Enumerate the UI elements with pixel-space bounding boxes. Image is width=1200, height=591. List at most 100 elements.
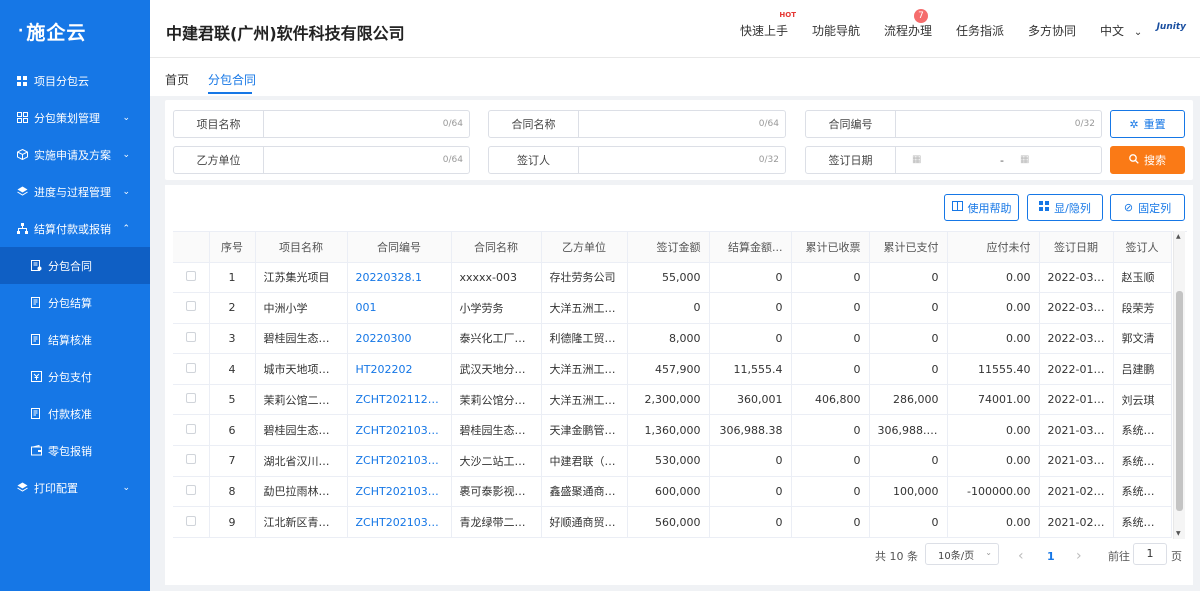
cell-contract-no[interactable]: ZCHT2021030358 [347, 506, 452, 538]
cell-party-b: 中建君联（广... [541, 445, 628, 477]
column-header[interactable]: 项目名称 [255, 232, 348, 263]
scrollbar-thumb[interactable] [1176, 291, 1183, 511]
sidebar-item-sub-settlement[interactable]: 分包结算 [0, 284, 150, 321]
page-size-select[interactable]: 10条/页 ⌄ [925, 543, 999, 565]
cell-contract-no[interactable]: HT202202 [347, 353, 452, 385]
signer-input[interactable]: 0/32 [579, 147, 785, 173]
nav-function[interactable]: 功能导航 [812, 22, 860, 39]
row-checkbox-cell[interactable] [173, 476, 210, 508]
sidebar-item-sub-payment[interactable]: 分包支付 [0, 358, 150, 395]
next-page-button[interactable]: › [1076, 545, 1082, 567]
cell-contract-no[interactable]: ZCHT2021030359 [347, 476, 452, 508]
row-checkbox-cell[interactable] [173, 262, 210, 294]
contract-no-field[interactable]: 合同编号 0/32 [805, 110, 1102, 138]
table-scrollbar[interactable]: ▲ ▼ [1173, 231, 1185, 539]
column-header[interactable]: 合同名称 [451, 232, 542, 263]
sidebar-item-planning[interactable]: 分包策划管理 ⌄ [0, 99, 150, 136]
app-logo[interactable]: · 施企云 [0, 0, 150, 62]
project-name-field[interactable]: 项目名称 0/64 [173, 110, 470, 138]
sidebar-item-settlement-approval[interactable]: 结算核准 [0, 321, 150, 358]
table-row[interactable]: 8 勐巴拉雨林小... ZCHT2021030359 裹可泰影视城... 鑫盛聚通商贸.… [173, 476, 1172, 508]
tab-subcontract[interactable]: 分包合同 [208, 71, 256, 88]
cell-contract-no[interactable]: ZCHT2021030362 [347, 414, 452, 447]
column-header[interactable]: 签订人 [1113, 232, 1172, 263]
reset-button[interactable]: ✲ 重置 [1110, 110, 1185, 138]
show-hide-columns-button[interactable]: 显/隐列 [1027, 194, 1103, 221]
cell-settle-amount: 11,555.4 [709, 353, 792, 385]
contract-name-field[interactable]: 合同名称 0/64 [488, 110, 786, 138]
table-row[interactable]: 3 碧桂园生态城... 20220300 泰兴化工厂施... 利德隆工贸有... 8,00… [173, 323, 1172, 355]
row-checkbox[interactable] [185, 423, 196, 434]
project-name-input[interactable]: 0/64 [264, 111, 469, 137]
page-number-current[interactable]: 1 [1047, 545, 1055, 567]
row-checkbox[interactable] [185, 301, 196, 312]
column-header[interactable]: 签订日期 [1039, 232, 1114, 263]
row-checkbox[interactable] [185, 362, 196, 373]
scroll-up-icon[interactable]: ▲ [1176, 233, 1181, 240]
cell-contract-no[interactable]: ZCHT2021030360 [347, 445, 452, 477]
nav-process[interactable]: 流程办理 7 [884, 9, 932, 39]
table-row[interactable]: 1 江苏集光项目 20220328.1 xxxxx-003 存壮劳务公司 55,000 0 0… [173, 262, 1172, 294]
cell-invoiced: 0 [791, 262, 870, 294]
party-b-field[interactable]: 乙方单位 0/64 [173, 146, 470, 174]
row-checkbox[interactable] [185, 454, 196, 465]
row-checkbox-cell[interactable] [173, 323, 210, 355]
row-checkbox-cell[interactable] [173, 445, 210, 477]
sign-date-field[interactable]: 签订日期 ▦ - ▦ [805, 146, 1102, 174]
column-header[interactable]: 累计已支付 [869, 232, 948, 263]
column-header[interactable]: 乙方单位 [541, 232, 628, 263]
nav-quick-start[interactable]: 快速上手 HOT [740, 11, 796, 39]
column-header[interactable]: 合同编号 [347, 232, 452, 263]
prev-page-button[interactable]: ‹ [1018, 545, 1024, 567]
help-button[interactable]: 使用帮助 [944, 194, 1019, 221]
search-button[interactable]: 搜索 [1110, 146, 1185, 174]
cell-contract-no[interactable]: ZCHT2021122375 [347, 384, 452, 416]
column-header[interactable]: 序号 [209, 232, 256, 263]
table-row[interactable]: 9 江北新区青龙... ZCHT2021030358 青龙绿带二期... 好顺通商贸有.… [173, 506, 1172, 538]
tab-home[interactable]: 首页 [165, 71, 189, 88]
party-b-input[interactable]: 0/64 [264, 147, 469, 173]
row-checkbox[interactable] [185, 515, 196, 526]
table-row[interactable]: 2 中洲小学 001 小学劳务 大洋五洲工程... 0 0 0 0 0.00 2022-03-11 段… [173, 292, 1172, 324]
sidebar-item-settlement[interactable]: 结算付款或报销 ⌃ [0, 210, 150, 247]
contract-name-input[interactable]: 0/64 [579, 111, 785, 137]
sidebar-item-progress[interactable]: 进度与过程管理 ⌄ [0, 173, 150, 210]
date-range-input[interactable]: ▦ - ▦ [896, 147, 1101, 173]
cell-contract-no[interactable]: 20220300 [347, 323, 452, 355]
table-row[interactable]: 6 碧桂园生态城... ZCHT2021030362 碧桂园生态城... 天津金鹏管业.… [173, 414, 1172, 447]
cell-index: 7 [209, 445, 256, 477]
sidebar-item-subcontract[interactable]: 分包合同 [0, 247, 150, 284]
nav-task[interactable]: 任务指派 [956, 22, 1004, 39]
fix-columns-button[interactable]: ⊘ 固定列 [1110, 194, 1185, 221]
sidebar-item-petty-reimbursement[interactable]: 零包报销 [0, 432, 150, 469]
scroll-down-icon[interactable]: ▼ [1176, 530, 1181, 537]
signer-field[interactable]: 签订人 0/32 [488, 146, 786, 174]
row-checkbox-cell[interactable] [173, 292, 210, 324]
contract-no-input[interactable]: 0/32 [896, 111, 1101, 137]
sidebar-item-implementation[interactable]: 实施申请及方案 ⌄ [0, 136, 150, 173]
column-header[interactable]: 签订金额 [627, 232, 710, 263]
column-header[interactable]: 累计已收票 [791, 232, 870, 263]
row-checkbox[interactable] [185, 393, 196, 404]
sidebar-item-project-cloud[interactable]: 项目分包云 [0, 62, 150, 99]
table-row[interactable]: 5 茉莉公馆二期... ZCHT2021122375 茉莉公馆分包... 大洋五洲工程.… [173, 384, 1172, 416]
row-checkbox-cell[interactable] [173, 506, 210, 538]
cell-contract-no[interactable]: 001 [347, 292, 452, 324]
goto-page-input[interactable]: 1 [1133, 543, 1167, 565]
cell-contract-no[interactable]: 20220328.1 [347, 262, 452, 294]
column-header[interactable]: 应付未付 [947, 232, 1040, 263]
row-checkbox[interactable] [185, 331, 196, 342]
sidebar-item-print-config[interactable]: 打印配置 ⌄ [0, 469, 150, 506]
row-checkbox-cell[interactable] [173, 384, 210, 416]
table-row[interactable]: 7 湖北省汉川市... ZCHT2021030360 大沙二站工程... 中建君联（广.… [173, 445, 1172, 477]
row-checkbox-cell[interactable] [173, 414, 210, 447]
table-row[interactable]: 4 城市天地项目... HT202202 武汉天地分包... 大洋五洲工程... 457,… [173, 353, 1172, 385]
row-checkbox[interactable] [185, 484, 196, 495]
column-header[interactable]: 结算金额... [709, 232, 792, 263]
language-select[interactable]: 中文 ⌄ [1100, 22, 1142, 39]
sidebar-item-payment-approval[interactable]: 付款核准 [0, 395, 150, 432]
row-checkbox-cell[interactable] [173, 353, 210, 385]
nav-collab[interactable]: 多方协同 [1028, 22, 1076, 39]
process-count-badge: 7 [914, 9, 929, 23]
row-checkbox[interactable] [185, 270, 196, 281]
